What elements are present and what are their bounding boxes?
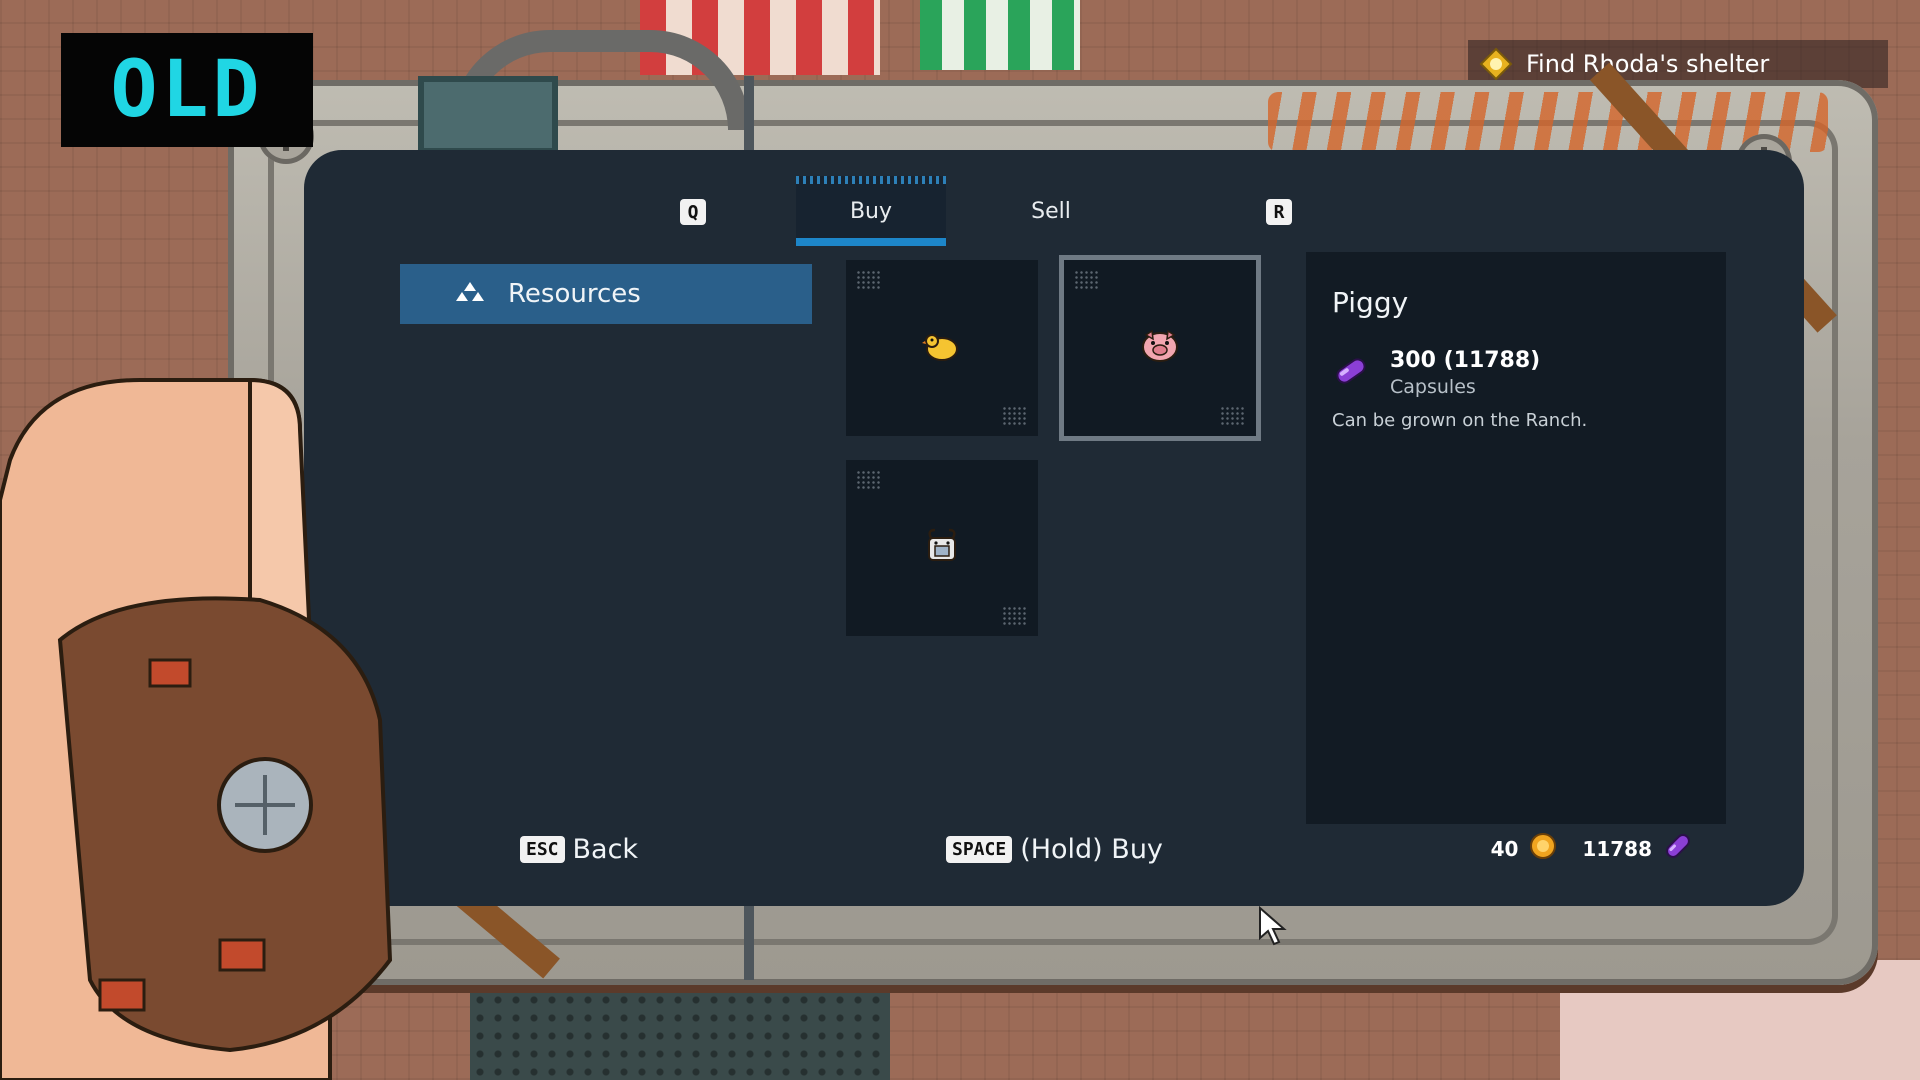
tab-sell-label: Sell — [1031, 198, 1071, 224]
item-price: 300 (11788) — [1390, 348, 1541, 373]
shop-item-goat[interactable] — [846, 460, 1038, 636]
shop-item-chick[interactable] — [846, 260, 1038, 436]
resources-icon — [452, 280, 488, 308]
market-awning-green — [920, 0, 1080, 70]
item-currency: Capsules — [1390, 376, 1476, 398]
buy-label: (Hold) Buy — [1020, 834, 1163, 865]
capsule-icon — [1662, 830, 1694, 867]
chick-icon — [922, 329, 962, 367]
tab-sell[interactable]: Sell — [976, 176, 1126, 246]
player-hand — [0, 377, 393, 1080]
tab-buy-label: Buy — [849, 198, 893, 224]
prev-tab-key[interactable]: Q — [680, 199, 706, 225]
dark-ground — [470, 990, 890, 1080]
next-tab-key[interactable]: R — [1266, 199, 1292, 225]
shop-item-piggy[interactable] — [1064, 260, 1256, 436]
item-detail-panel: Piggy 300 (11788) Capsules Can be grown … — [1306, 252, 1726, 824]
version-overlay-label: OLD — [61, 33, 313, 147]
back-hint[interactable]: ESC Back — [520, 834, 638, 865]
capsule-icon — [1332, 352, 1370, 394]
coin-icon — [1528, 831, 1558, 866]
item-name: Piggy — [1332, 286, 1409, 319]
piggy-icon — [1138, 327, 1182, 369]
category-resources[interactable]: Resources — [400, 264, 812, 324]
quest-text: Find Rhoda's shelter — [1526, 50, 1770, 78]
back-label: Back — [572, 834, 639, 865]
buy-hint[interactable]: SPACE (Hold) Buy — [946, 834, 1163, 865]
mouse-cursor-icon — [1259, 906, 1287, 946]
frame-rail — [744, 76, 754, 160]
capsule-count: 11788 — [1582, 836, 1652, 861]
goat-icon — [921, 526, 963, 570]
category-label: Resources — [508, 279, 641, 309]
cable-clip — [418, 76, 558, 154]
frame-rail — [744, 896, 754, 980]
coin-count: 40 — [1490, 836, 1519, 861]
esc-key: ESC — [520, 836, 565, 863]
overlay-label-text: OLD — [110, 45, 264, 135]
item-description: Can be grown on the Ranch. — [1332, 410, 1588, 431]
quest-marker-icon — [1478, 46, 1514, 82]
wallet: 40 11788 — [1491, 830, 1694, 867]
shop-screen: Q Buy Sell R Resources Piggy 300 (11788)… — [304, 150, 1804, 906]
space-key: SPACE — [946, 836, 1013, 863]
tab-buy[interactable]: Buy — [796, 176, 946, 246]
